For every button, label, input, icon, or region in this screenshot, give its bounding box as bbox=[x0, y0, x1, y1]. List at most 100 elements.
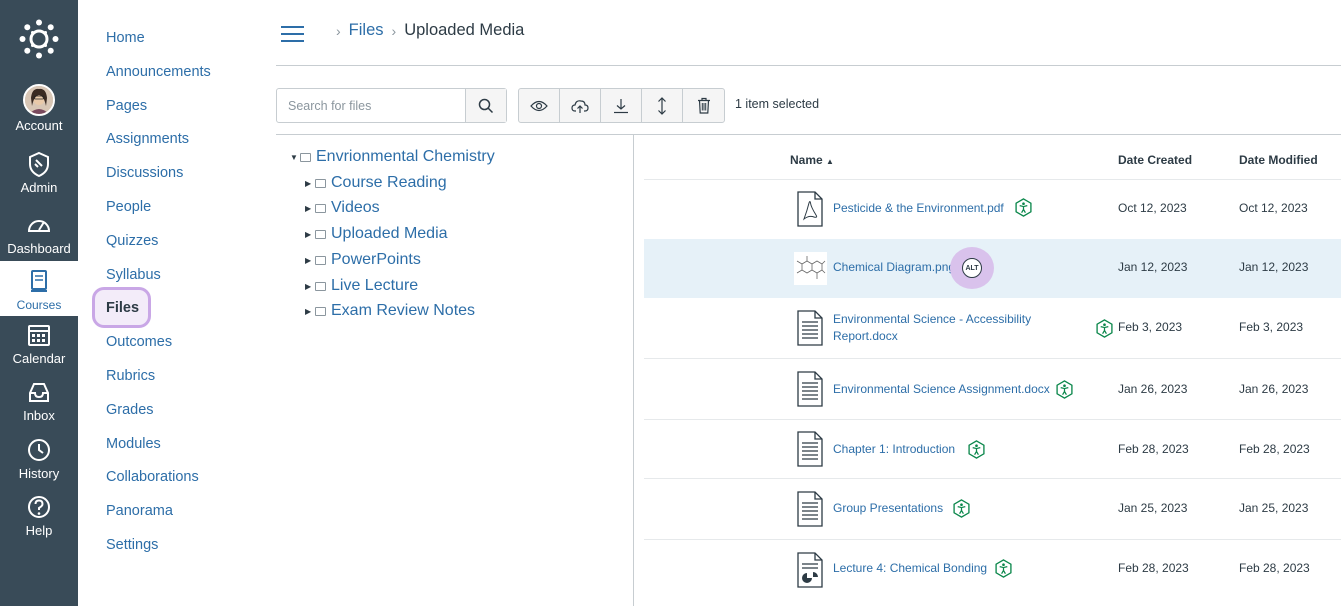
accessibility-icon[interactable] bbox=[1055, 380, 1074, 399]
accessibility-icon[interactable] bbox=[952, 499, 971, 518]
preview-button[interactable] bbox=[519, 89, 560, 122]
column-header-name[interactable]: Name ▲ bbox=[790, 153, 834, 167]
clock-icon bbox=[28, 439, 50, 461]
folder-icon bbox=[315, 281, 326, 291]
table-row[interactable]: Chapter 1: Introduction Feb 28, 2023 Feb… bbox=[644, 420, 1341, 478]
nav-inbox-label: Inbox bbox=[23, 408, 55, 423]
inbox-icon bbox=[29, 383, 49, 402]
column-header-date-created[interactable]: Date Created bbox=[1118, 153, 1192, 167]
course-nav-panorama[interactable]: Panorama bbox=[106, 503, 173, 519]
course-nav-modules[interactable]: Modules bbox=[106, 436, 161, 452]
file-name-link[interactable]: Pesticide & the Environment.pdf bbox=[833, 200, 1004, 217]
course-nav-settings[interactable]: Settings bbox=[106, 537, 158, 553]
canvas-logo-icon[interactable] bbox=[19, 19, 59, 59]
accessibility-icon[interactable] bbox=[1014, 198, 1033, 217]
column-header-date-modified[interactable]: Date Modified bbox=[1239, 153, 1318, 167]
date-created: Feb 3, 2023 bbox=[1118, 320, 1183, 334]
course-nav-announcements[interactable]: Announcements bbox=[106, 64, 211, 80]
tree-folder-label: Exam Review Notes bbox=[331, 302, 476, 319]
nav-help-label: Help bbox=[25, 523, 53, 538]
question-icon bbox=[28, 496, 50, 518]
course-nav-collaborations[interactable]: Collaborations bbox=[106, 469, 199, 485]
alt-text-highlight[interactable]: ALT bbox=[950, 247, 994, 289]
nav-history-label: History bbox=[18, 466, 60, 481]
delete-button[interactable] bbox=[683, 89, 724, 122]
trash-icon bbox=[697, 97, 710, 114]
date-created: Jan 25, 2023 bbox=[1118, 501, 1188, 515]
date-modified: Jan 25, 2023 bbox=[1239, 501, 1309, 515]
tree-folder[interactable]: ▶ Course Reading bbox=[305, 174, 447, 192]
download-button[interactable] bbox=[601, 89, 642, 122]
tree-folder[interactable]: ▶ Live Lecture bbox=[305, 277, 418, 295]
course-nav-people[interactable]: People bbox=[106, 199, 151, 215]
course-nav-files[interactable]: Files bbox=[106, 300, 139, 316]
file-name-link[interactable]: Group Presentations bbox=[833, 500, 943, 517]
tree-folder[interactable]: ▶ Videos bbox=[305, 199, 380, 217]
upload-button[interactable] bbox=[560, 89, 601, 122]
course-nav-rubrics[interactable]: Rubrics bbox=[106, 368, 155, 384]
nav-history[interactable]: History bbox=[0, 436, 78, 481]
date-modified: Jan 12, 2023 bbox=[1239, 260, 1309, 274]
table-row[interactable]: Lecture 4: Chemical Bonding Feb 28, 2023… bbox=[644, 540, 1341, 606]
search-icon bbox=[478, 98, 494, 113]
caret-right-icon[interactable]: ▶ bbox=[305, 204, 315, 213]
table-row[interactable]: Environmental Science - Accessibility Rep… bbox=[644, 298, 1341, 358]
table-row[interactable]: Environmental Science Assignment.docx Ja… bbox=[644, 359, 1341, 419]
caret-right-icon[interactable]: ▶ bbox=[305, 282, 315, 291]
course-nav-outcomes[interactable]: Outcomes bbox=[106, 334, 172, 350]
course-nav-discussions[interactable]: Discussions bbox=[106, 165, 183, 181]
breadcrumb-files-link[interactable]: Files bbox=[349, 21, 384, 40]
file-name-link[interactable]: Environmental Science - Accessibility Rep… bbox=[833, 311, 1031, 345]
nav-help[interactable]: Help bbox=[0, 493, 78, 538]
nav-courses[interactable]: Courses bbox=[0, 261, 78, 316]
course-nav-quizzes[interactable]: Quizzes bbox=[106, 233, 158, 249]
tree-folder[interactable]: ▶ PowerPoints bbox=[305, 251, 421, 269]
caret-right-icon[interactable]: ▶ bbox=[305, 307, 315, 316]
move-vertical-icon bbox=[658, 96, 666, 115]
tree-root-label: Envrionmental Chemistry bbox=[316, 148, 495, 165]
nav-admin-label: Admin bbox=[20, 180, 58, 195]
course-nav-syllabus[interactable]: Syllabus bbox=[106, 267, 161, 283]
search-input[interactable] bbox=[277, 89, 465, 122]
nav-inbox[interactable]: Inbox bbox=[0, 378, 78, 423]
hamburger-menu-icon[interactable] bbox=[281, 26, 304, 42]
file-toolbar bbox=[518, 88, 725, 123]
breadcrumb: › Files › Uploaded Media bbox=[336, 21, 524, 40]
caret-right-icon[interactable]: ▶ bbox=[305, 256, 315, 265]
file-name-link[interactable]: Environmental Science Assignment.docx bbox=[833, 381, 1050, 398]
nav-calendar[interactable]: Calendar bbox=[0, 321, 78, 366]
date-modified: Feb 28, 2023 bbox=[1239, 442, 1310, 456]
date-created: Jan 12, 2023 bbox=[1118, 260, 1188, 274]
caret-right-icon[interactable]: ▶ bbox=[305, 230, 315, 239]
course-nav-grades[interactable]: Grades bbox=[106, 402, 154, 418]
file-name-link[interactable]: Chemical Diagram.png bbox=[833, 259, 955, 276]
caret-down-icon[interactable]: ▼ bbox=[290, 153, 300, 162]
alt-text-icon: ALT bbox=[962, 258, 982, 278]
course-nav-pages[interactable]: Pages bbox=[106, 98, 147, 114]
course-nav-home[interactable]: Home bbox=[106, 30, 145, 46]
caret-right-icon[interactable]: ▶ bbox=[305, 179, 315, 188]
nav-account[interactable]: Account bbox=[0, 84, 78, 133]
search-box bbox=[276, 88, 507, 123]
file-name-link[interactable]: Chapter 1: Introduction bbox=[833, 441, 955, 458]
move-button[interactable] bbox=[642, 89, 683, 122]
table-row[interactable]: Pesticide & the Environment.pdf Oct 12, … bbox=[644, 180, 1341, 239]
table-row-selected[interactable]: Chemical Diagram.png ALT Jan 12, 2023 Ja… bbox=[644, 239, 1341, 298]
table-row[interactable]: Group Presentations Jan 25, 2023 Jan 25,… bbox=[644, 479, 1341, 539]
accessibility-icon[interactable] bbox=[967, 440, 986, 459]
file-name-link[interactable]: Lecture 4: Chemical Bonding bbox=[833, 560, 987, 577]
accessibility-icon[interactable] bbox=[994, 559, 1013, 578]
tree-root-folder[interactable]: ▼ Envrionmental Chemistry bbox=[290, 148, 495, 166]
folder-icon bbox=[315, 229, 326, 239]
tree-folder[interactable]: ▶ Exam Review Notes bbox=[305, 302, 475, 320]
nav-admin[interactable]: Admin bbox=[0, 150, 78, 195]
tree-folder[interactable]: ▶ Uploaded Media bbox=[305, 225, 448, 243]
file-name-line1: Environmental Science - Accessibility bbox=[833, 312, 1032, 326]
course-nav-assignments[interactable]: Assignments bbox=[106, 131, 189, 147]
nav-dashboard[interactable]: Dashboard bbox=[0, 211, 78, 256]
search-button[interactable] bbox=[465, 89, 506, 122]
folder-icon bbox=[315, 255, 326, 265]
accessibility-icon[interactable] bbox=[1095, 319, 1114, 338]
global-navigation: Account Admin Dashboard Courses Calendar… bbox=[0, 0, 78, 606]
shield-icon bbox=[29, 151, 49, 178]
